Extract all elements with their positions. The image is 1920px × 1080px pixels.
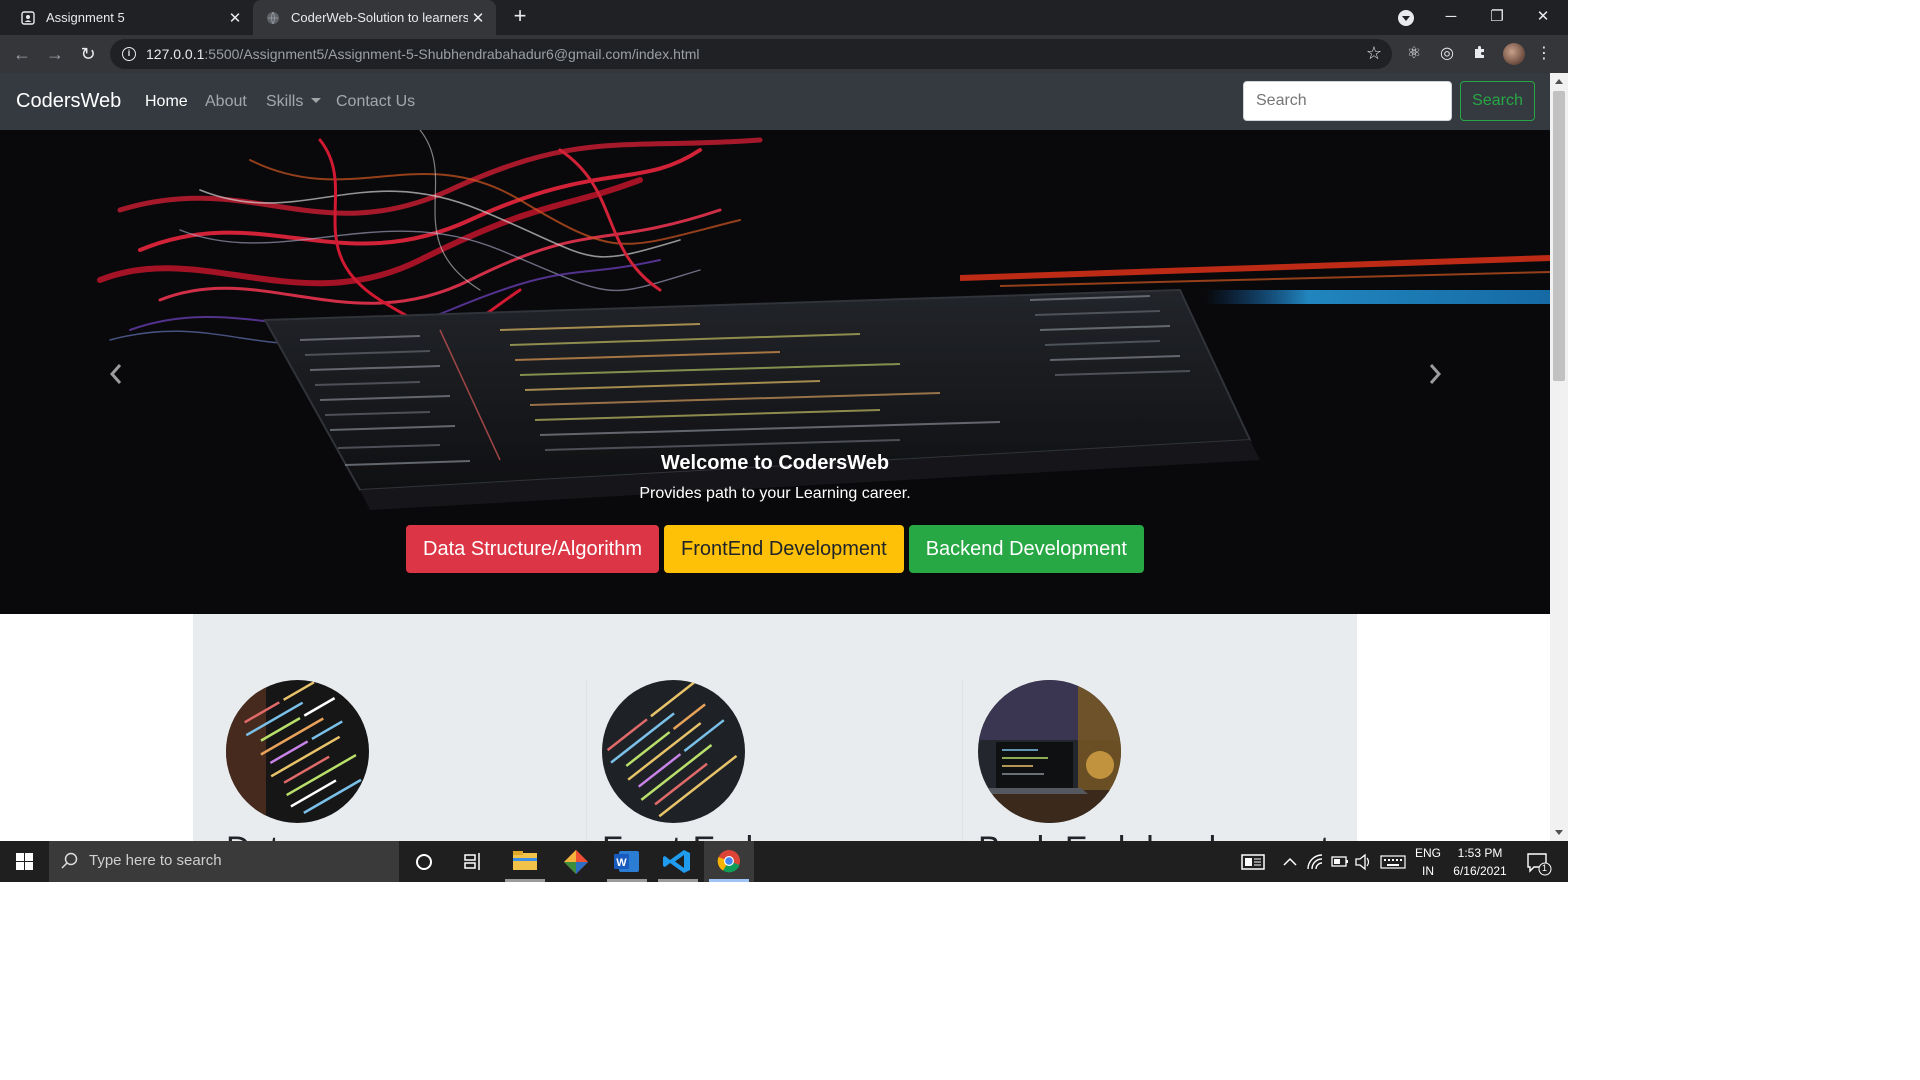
word-icon[interactable]: W <box>602 841 652 882</box>
chevron-left-icon <box>109 364 122 384</box>
skill-column-backend: Back-End development <box>945 680 1330 841</box>
minimize-icon[interactable]: ─ <box>1428 0 1474 35</box>
react-extension-icon[interactable]: ⚛ <box>1404 44 1424 64</box>
target-extension-icon[interactable]: ◎ <box>1437 44 1457 64</box>
site-navbar: CodersWeb Home About Skills Contact Us S… <box>0 73 1550 130</box>
volume-icon[interactable] <box>1353 841 1373 882</box>
hero-carousel: Welcome to CodersWeb Provides path to yo… <box>0 130 1550 614</box>
tab-title: Assignment 5 <box>46 10 125 25</box>
tab-search-dropdown-icon[interactable] <box>1398 10 1414 26</box>
notification-icon <box>1527 853 1552 876</box>
clock-time: 1:53 PM <box>1457 846 1503 860</box>
start-button[interactable] <box>0 841 49 882</box>
cortana-icon[interactable] <box>399 841 449 882</box>
carousel-buttons: Data Structure/Algorithm FrontEnd Develo… <box>0 525 1550 573</box>
clock[interactable]: 1:53 PM 6/16/2021 <box>1448 841 1512 882</box>
news-icon[interactable] <box>1238 841 1268 882</box>
carousel-next-button[interactable] <box>1422 362 1446 386</box>
keyboard-icon[interactable] <box>1378 841 1408 882</box>
brand-logo[interactable]: CodersWeb <box>16 90 121 113</box>
web-page: CodersWeb Home About Skills Contact Us S… <box>0 73 1550 841</box>
forward-icon[interactable]: → <box>42 41 68 67</box>
skills-section: Data Front-End <box>193 614 1357 841</box>
browser-tab-strip: Assignment 5 ✕ CoderWeb-Solution to lear… <box>0 0 1568 35</box>
chrome-icon[interactable] <box>704 841 754 882</box>
scrollbar-thumb[interactable] <box>1553 91 1565 381</box>
backend-button[interactable]: Backend Development <box>908 525 1144 573</box>
language-indicator[interactable]: ENG IN <box>1412 841 1444 882</box>
code-image-circle <box>226 680 369 823</box>
carousel-title: Welcome to CodersWeb <box>660 452 890 474</box>
scroll-up-arrow-icon[interactable] <box>1555 79 1563 84</box>
chevron-right-icon <box>1429 364 1442 384</box>
action-center-button[interactable]: 1 <box>1520 841 1560 882</box>
info-icon[interactable]: i <box>122 47 136 61</box>
taskbar-search-box[interactable]: Type here to search <box>49 841 399 882</box>
carousel-subtitle: Provides path to your Learning career. <box>639 485 911 502</box>
carousel-prev-button[interactable] <box>105 362 129 386</box>
nav-about[interactable]: About <box>205 93 247 111</box>
frontend-button[interactable]: FrontEnd Development <box>664 525 904 573</box>
menu-kebab-icon[interactable]: ⋮ <box>1536 44 1552 64</box>
close-tab-icon[interactable]: ✕ <box>225 9 245 27</box>
svg-text:W: W <box>616 857 627 869</box>
document-icon <box>20 10 36 26</box>
search-icon <box>61 852 78 869</box>
skill-heading: Front-End <box>602 830 753 841</box>
close-tab-icon[interactable]: ✕ <box>468 9 488 27</box>
tab-coderweb[interactable]: CoderWeb-Solution to learners ✕ <box>253 0 496 35</box>
code-image-circle <box>602 680 745 823</box>
extensions-puzzle-icon[interactable] <box>1470 44 1490 64</box>
dsa-button[interactable]: Data Structure/Algorithm <box>406 525 660 573</box>
page-scrollbar[interactable] <box>1550 73 1568 841</box>
vscode-icon[interactable] <box>653 841 703 882</box>
globe-icon <box>265 10 281 26</box>
notification-count: 1 <box>1542 863 1548 873</box>
windows-taskbar: Type here to search W ENG IN 1:53 PM 6/1… <box>0 841 1568 882</box>
nav-contact[interactable]: Contact Us <box>336 93 415 111</box>
scroll-down-arrow-icon[interactable] <box>1555 830 1563 835</box>
tab-title: CoderWeb-Solution to learners <box>291 10 468 25</box>
laptop-image-circle <box>978 680 1121 823</box>
restore-icon[interactable]: ❐ <box>1474 0 1520 35</box>
windows-logo-icon <box>16 853 33 870</box>
carousel-caption: Welcome to CodersWeb Provides path to yo… <box>0 452 1550 503</box>
battery-icon[interactable] <box>1330 841 1350 882</box>
wifi-icon[interactable] <box>1305 841 1325 882</box>
nav-skills-dropdown[interactable]: Skills <box>266 93 322 111</box>
skill-column-data: Data <box>193 680 569 841</box>
chevron-down-icon <box>311 98 322 103</box>
skill-column-frontend: Front-End <box>569 680 945 841</box>
git-icon[interactable] <box>551 841 601 882</box>
reload-icon[interactable]: ↻ <box>75 41 101 67</box>
search-button[interactable]: Search <box>1460 81 1535 121</box>
nav-home[interactable]: Home <box>145 93 188 111</box>
tab-assignment-5[interactable]: Assignment 5 ✕ <box>8 0 253 35</box>
close-window-icon[interactable]: ✕ <box>1520 0 1566 35</box>
clock-date: 6/16/2021 <box>1453 864 1507 878</box>
back-icon[interactable]: ← <box>9 41 35 67</box>
task-view-icon[interactable] <box>449 841 499 882</box>
chevron-up-icon[interactable] <box>1280 841 1300 882</box>
search-input[interactable] <box>1243 81 1452 121</box>
new-tab-plus-icon[interactable]: + <box>508 5 532 29</box>
skill-heading: Back-End development <box>978 830 1330 841</box>
skill-heading: Data <box>226 830 298 841</box>
profile-avatar[interactable] <box>1503 43 1525 65</box>
url-text[interactable]: 127.0.0.1:5500/Assignment5/Assignment-5-… <box>146 46 700 62</box>
bookmark-star-icon[interactable]: ☆ <box>1366 43 1382 64</box>
browser-toolbar: ← → ↻ i 127.0.0.1:5500/Assignment5/Assig… <box>0 35 1568 73</box>
file-explorer-icon[interactable] <box>500 841 550 882</box>
address-bar[interactable]: i 127.0.0.1:5500/Assignment5/Assignment-… <box>110 39 1392 69</box>
